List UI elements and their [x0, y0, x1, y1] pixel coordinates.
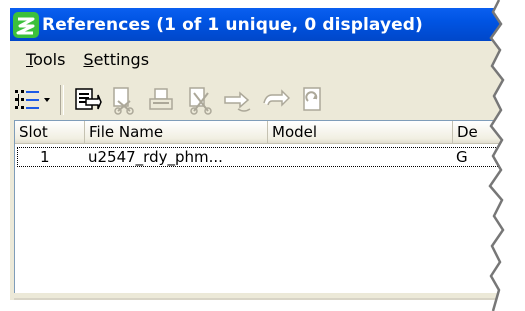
attach-reference-button[interactable]	[70, 83, 104, 117]
window-title: References (1 of 1 unique, 0 displayed)	[42, 14, 423, 35]
toolbar-separator	[60, 85, 64, 115]
reload-reference-icon	[303, 87, 321, 111]
menu-settings[interactable]: Settings	[83, 50, 149, 69]
clip-reference-button[interactable]	[182, 83, 216, 117]
column-model[interactable]: Model	[268, 121, 453, 143]
reload-reference-button[interactable]	[296, 83, 330, 117]
move-reference-button[interactable]	[220, 83, 254, 117]
toolbar	[10, 77, 525, 123]
rotate-reference-icon	[263, 89, 290, 107]
list-view-button[interactable]	[10, 83, 44, 117]
column-file-name[interactable]: File Name	[85, 121, 268, 143]
window-bottom-edge	[14, 298, 525, 300]
table-row[interactable]: 1 u2547_rdy_phm... G	[17, 147, 525, 167]
list-view-dropdown[interactable]	[40, 83, 54, 117]
cell-file-name: u2547_rdy_phm...	[88, 148, 223, 166]
print-reference-icon	[149, 88, 173, 110]
column-slot[interactable]: Slot	[15, 121, 85, 143]
print-reference-button[interactable]	[144, 83, 178, 117]
rotate-reference-button[interactable]	[258, 83, 292, 117]
clip-reference-icon	[189, 87, 212, 115]
cell-description: G	[456, 148, 468, 166]
list-view-icon	[15, 90, 39, 109]
menu-bar: Tools Settings	[10, 41, 525, 77]
title-bar[interactable]: References (1 of 1 unique, 0 displayed)	[10, 8, 525, 41]
references-list[interactable]: Slot File Name Model De 1 u2547_rdy_phm.…	[14, 120, 525, 293]
menu-tools[interactable]: Tools	[26, 50, 65, 69]
list-header: Slot File Name Model De	[15, 121, 525, 144]
move-reference-icon	[224, 91, 251, 112]
dropdown-arrow-icon	[44, 98, 50, 102]
attach-reference-icon	[75, 88, 102, 110]
detach-reference-icon	[113, 87, 134, 115]
cell-slot: 1	[40, 148, 50, 166]
detach-reference-button[interactable]	[106, 83, 140, 117]
torn-edge-decoration	[488, 0, 525, 311]
app-logo-icon	[13, 11, 39, 38]
